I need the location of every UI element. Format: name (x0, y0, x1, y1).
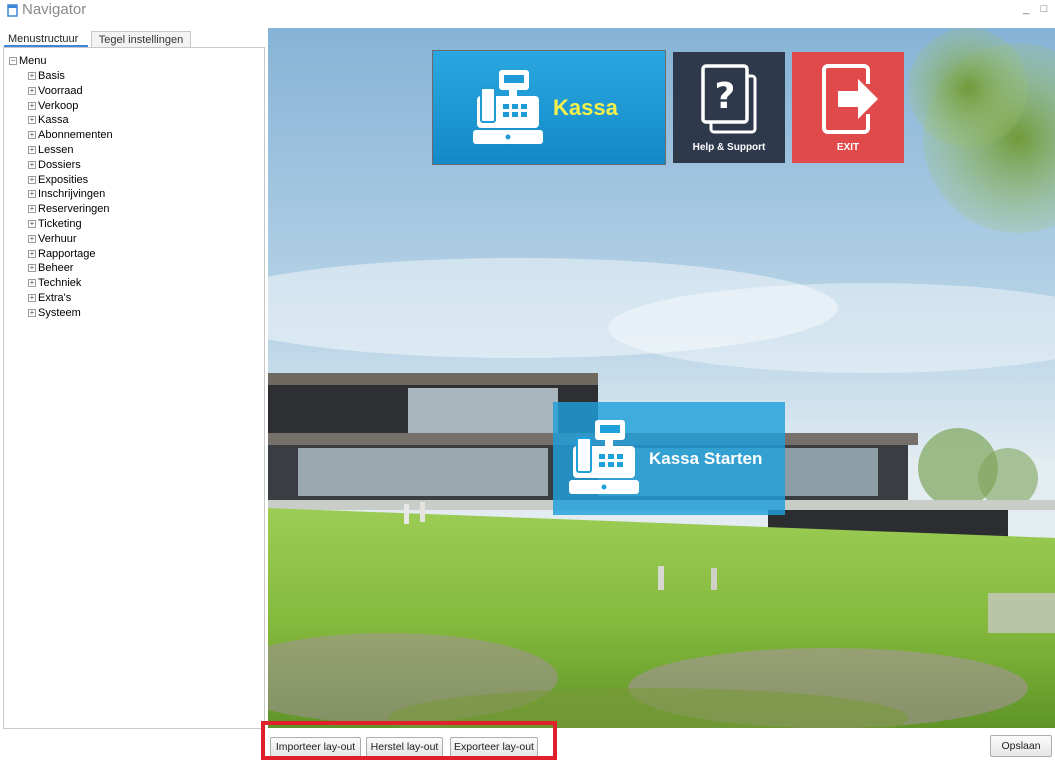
tree-item-label: Techniek (38, 277, 82, 290)
minimize-button[interactable]: _ (1020, 4, 1032, 16)
app-icon (7, 4, 18, 17)
tile-kassa[interactable]: Kassa (432, 50, 666, 165)
collapse-icon[interactable]: − (9, 57, 17, 65)
tree-item-label: Reserveringen (38, 203, 110, 216)
expand-icon[interactable]: + (28, 101, 36, 110)
tree-item[interactable]: + Techniek (28, 277, 81, 290)
tree-item[interactable]: + Inschrijvingen (28, 188, 105, 201)
tree-item[interactable]: + Verhuur (28, 233, 77, 246)
tree-item-label: Verhuur (38, 232, 77, 245)
cash-register-icon (569, 420, 639, 494)
tree-item[interactable]: + Extra's (28, 292, 71, 305)
restore-layout-button[interactable]: Herstel lay-out (366, 737, 443, 757)
tree-item-label: Verkoop (38, 99, 79, 112)
tree-item-label: Lessen (38, 144, 74, 156)
expand-icon[interactable]: + (28, 116, 36, 125)
maximize-button[interactable]: □ (1038, 4, 1050, 16)
expand-icon[interactable]: + (28, 279, 36, 288)
expand-icon[interactable]: + (28, 131, 36, 140)
tile-canvas: Kassa ? Help & Support EXIT Kassa Starte… (268, 28, 1055, 728)
expand-icon[interactable]: + (28, 175, 36, 184)
save-button[interactable]: Opslaan (990, 735, 1052, 757)
tile-exit-label: EXIT (836, 142, 860, 153)
export-layout-button[interactable]: Exporteer lay-out (450, 737, 538, 757)
tree-root[interactable]: − Menu (9, 55, 47, 68)
tile-kassa-starten[interactable]: Kassa Starten (553, 402, 785, 515)
tab-menustructuur[interactable]: Menustructuur (4, 31, 88, 47)
expand-icon[interactable]: + (28, 308, 36, 317)
tree-item-label: Rapportage (38, 247, 96, 260)
tile-exit[interactable]: EXIT (792, 52, 904, 163)
tree-item[interactable]: + Rapportage (28, 248, 96, 261)
title-bar: Navigator _ □ (0, 0, 1055, 22)
tree-item-label: Basis (38, 70, 65, 82)
tree-item[interactable]: + Ticketing (28, 218, 82, 231)
window-title: Navigator (22, 1, 87, 18)
tree-item-label: Inschrijvingen (38, 188, 106, 201)
help-documents-icon: ? (701, 64, 757, 134)
expand-icon[interactable]: + (28, 264, 36, 273)
tile-help-support[interactable]: ? Help & Support (673, 52, 785, 163)
expand-icon[interactable]: + (28, 190, 36, 199)
menu-tree-panel: − Menu + Basis + Voorraad + Verkoop + Kassa + Abon… (3, 47, 265, 729)
tree-item-label: Ticketing (38, 218, 82, 230)
tree-item-label: Systeem (38, 306, 81, 319)
tab-tegel-instellingen[interactable]: Tegel instellingen (91, 31, 191, 47)
import-layout-button[interactable]: Importeer lay-out (270, 737, 361, 757)
tree-item[interactable]: + Basis (28, 70, 65, 83)
tree-item[interactable]: + Exposities (28, 174, 88, 187)
tree-item[interactable]: + Verkoop (28, 100, 78, 113)
tree-item[interactable]: + Dossiers (28, 159, 81, 172)
expand-icon[interactable]: + (28, 294, 36, 302)
tree-item[interactable]: + Kassa (28, 114, 69, 127)
expand-icon[interactable]: + (28, 146, 36, 154)
tree-item-label: Kassa (38, 114, 69, 127)
tree-item-label: Voorraad (38, 84, 83, 97)
tile-kassa-starten-label: Kassa Starten (649, 449, 763, 468)
tree-item-label: Beheer (38, 262, 74, 275)
tree-item[interactable]: + Voorraad (28, 85, 83, 98)
tile-kassa-label: Kassa (553, 95, 618, 120)
expand-icon[interactable]: + (28, 72, 36, 80)
tree-item-label: Exposities (38, 173, 89, 186)
tree-root-label: Menu (19, 55, 47, 67)
expand-icon[interactable]: + (28, 160, 36, 169)
expand-icon[interactable]: + (28, 249, 36, 258)
cash-register-icon (473, 70, 543, 144)
expand-icon[interactable]: + (28, 220, 36, 228)
tree-item-label: Abonnementen (38, 129, 113, 142)
expand-icon[interactable]: + (28, 234, 36, 243)
tile-help-label: Help & Support (692, 142, 766, 153)
tree-item-label: Dossiers (38, 158, 81, 171)
svg-text:?: ? (715, 76, 736, 117)
expand-icon[interactable]: + (28, 86, 36, 95)
tree-item-label: Extra's (38, 292, 72, 304)
tree-item[interactable]: + Systeem (28, 307, 81, 320)
exit-door-icon (822, 64, 878, 134)
expand-icon[interactable]: + (28, 205, 36, 214)
tree-item[interactable]: + Beheer (28, 262, 73, 275)
tree-item[interactable]: + Lessen (28, 144, 73, 157)
tree-item[interactable]: + Abonnementen (28, 129, 113, 142)
tree-item[interactable]: + Reserveringen (28, 203, 110, 216)
